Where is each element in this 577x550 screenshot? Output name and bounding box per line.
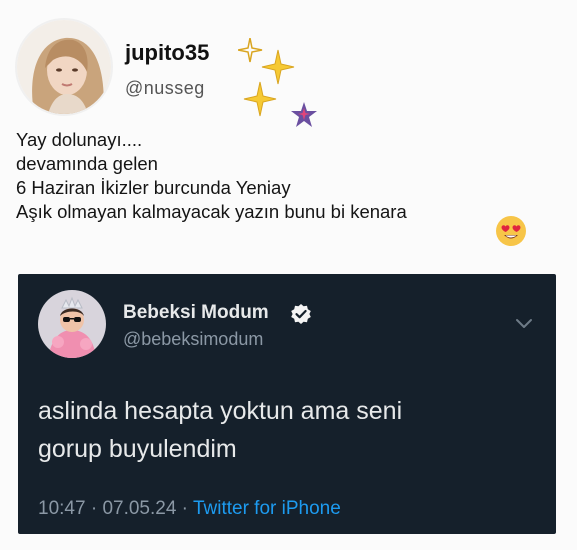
sparkles-icon: [238, 38, 317, 127]
tweet-source-link[interactable]: Twitter for iPhone: [193, 498, 341, 519]
post-text: Yay dolunayı.... devamında gelen 6 Hazir…: [16, 128, 561, 224]
tweet-text-line: aslinda hesapta yoktun ama seni: [38, 397, 403, 425]
display-name[interactable]: jupito35: [125, 40, 209, 66]
post-text-line: devamında gelen: [16, 153, 158, 174]
display-name[interactable]: Bebeksi Modum: [123, 302, 269, 324]
meta-separator: ·: [85, 498, 103, 519]
meta-separator: ·: [176, 498, 193, 519]
tweet-date[interactable]: 07.05.24: [102, 498, 176, 519]
post-header: jupito35 @nusseg: [15, 18, 555, 127]
quoted-tweet-card[interactable]: Bebeksi Modum @bebeksimodum aslinda hesa…: [18, 274, 556, 534]
avatar[interactable]: [38, 290, 106, 358]
tweet-meta: 10:47 · 07.05.24 · Twitter for iPhone: [38, 498, 341, 520]
post-text-line: 6 Haziran İkizler burcunda Yeniay: [16, 177, 291, 198]
smiling-face-with-heart-eyes-icon: [496, 216, 526, 246]
tweet-text-line: gorup buyulendim: [38, 435, 237, 463]
handle[interactable]: @nusseg: [125, 78, 205, 99]
tweet-text: aslinda hesapta yoktun ama seni gorup bu…: [38, 392, 538, 468]
chevron-down-icon[interactable]: [515, 317, 533, 331]
post-text-line: Aşık olmayan kalmayacak yazın bunu bi ke…: [16, 201, 407, 222]
verified-badge-icon: [291, 304, 311, 324]
post-text-line: Yay dolunayı....: [16, 129, 143, 150]
tweet-time[interactable]: 10:47: [38, 498, 86, 519]
handle[interactable]: @bebeksimodum: [123, 329, 263, 350]
avatar[interactable]: [15, 18, 113, 116]
